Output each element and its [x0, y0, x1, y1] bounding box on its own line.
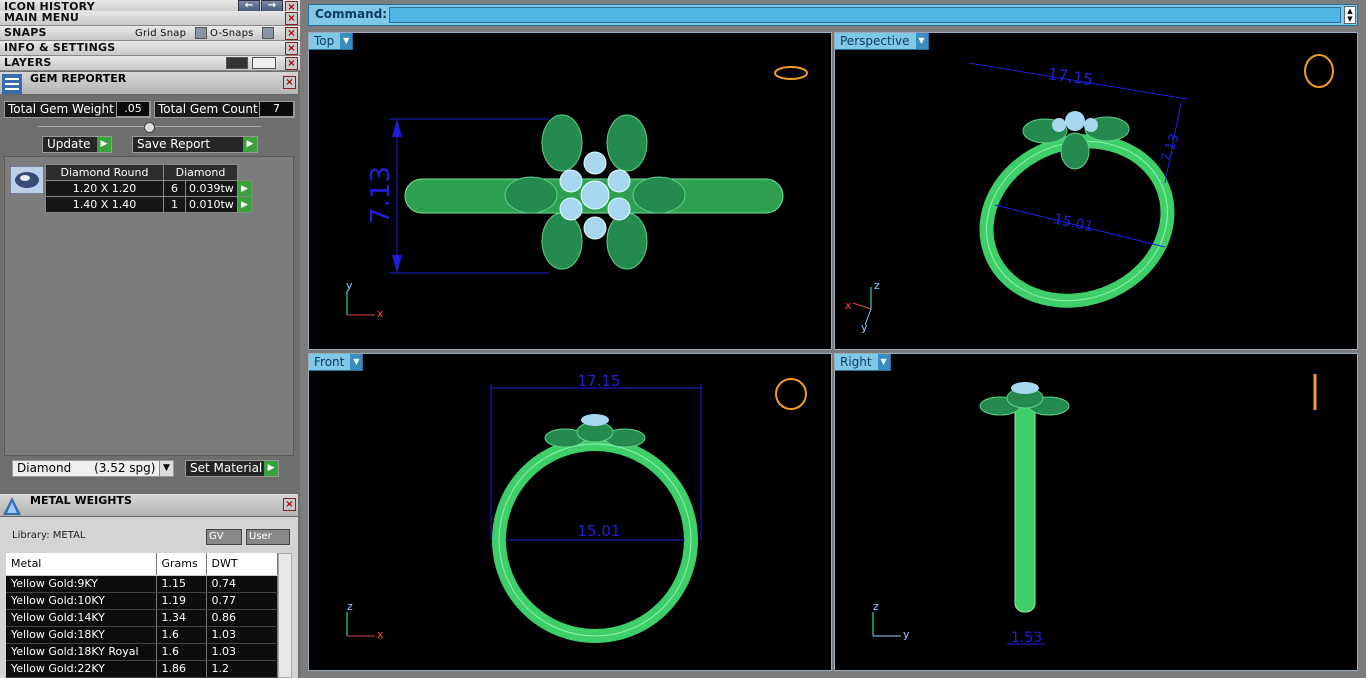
metal-weights-title-bar: METAL WEIGHTS ×: [0, 494, 298, 517]
axis-z-label: z: [874, 279, 880, 292]
chevron-down-icon: ▼: [159, 461, 173, 476]
play-icon[interactable]: ▶: [237, 196, 252, 213]
persp-depth-dim: 7.13: [1159, 132, 1183, 164]
library-label: Library: METAL: [12, 530, 86, 541]
front-inner-dim: 15.01: [578, 522, 621, 540]
gem-row[interactable]: 1.20 X 1.20 6 0.039tw ▶: [45, 180, 252, 197]
viewport-right-tab[interactable]: Right ▼: [835, 354, 891, 371]
grid-snap-label: Grid Snap: [135, 28, 187, 39]
chevron-down-icon: ▼: [915, 33, 928, 49]
viewport-top-tab[interactable]: Top ▼: [309, 33, 354, 50]
gem-reporter-icon: [2, 74, 22, 94]
viewport-front[interactable]: 17.15 15.01 z x Front ▼: [308, 353, 832, 671]
gem-reporter-panel: GEM REPORTER × Total Gem Weight .05 Tota…: [0, 72, 298, 492]
close-icon[interactable]: ×: [285, 12, 298, 25]
play-icon: ▶: [97, 137, 111, 152]
grid-snap-toggle[interactable]: [195, 27, 207, 39]
top-height-dim: 7.13: [366, 166, 396, 224]
o-snaps-toggle[interactable]: [262, 27, 274, 39]
axis-y-label: y: [903, 628, 910, 641]
viewport-top[interactable]: 7.13 y x Top ▼: [308, 32, 832, 350]
close-icon[interactable]: ×: [285, 57, 298, 70]
axis-y-label: y: [861, 321, 868, 334]
axis-z-label: z: [873, 600, 879, 613]
axis-x-label: x: [377, 307, 384, 320]
gem-reporter-title-bar: GEM REPORTER ×: [0, 72, 298, 95]
metal-table: Metal Grams DWT Yellow Gold:9KY 1.15 0.74 Ye…: [6, 553, 278, 678]
axis-x-label: x: [377, 628, 384, 641]
o-snaps-label: O-Snaps: [210, 28, 254, 39]
close-icon[interactable]: ×: [285, 27, 298, 40]
info-settings-header[interactable]: INFO & SETTINGS ×: [0, 41, 300, 56]
persp-inner-dim: 15.01: [1052, 211, 1095, 235]
eye-icon[interactable]: [252, 57, 276, 69]
layers-header[interactable]: LAYERS ×: [0, 56, 300, 71]
left-panel: ICON HISTORY ← → × MAIN MENU × SNAPS Grid…: [0, 0, 300, 678]
total-gem-weight-label: Total Gem Weight: [8, 102, 114, 116]
metal-row[interactable]: Yellow Gold:14KY 1.34 0.86: [6, 609, 278, 627]
gem-reporter-title: GEM REPORTER: [30, 72, 127, 85]
ring-perspective-icon: [1304, 54, 1334, 88]
gem-table: Diamond Round Diamond 1.20 X 1.20 6 0.039tw…: [45, 164, 252, 213]
metal-row[interactable]: Yellow Gold:18KY Royal 1.6 1.03: [6, 643, 278, 661]
viewport-perspective[interactable]: 17.15 15.01 7.13 z x y Perspective ▼: [834, 32, 1358, 350]
right-width-dim: 1.53: [1011, 630, 1042, 646]
viewport-front-tab[interactable]: Front ▼: [309, 354, 364, 371]
save-report-button[interactable]: Save Report ▶: [132, 136, 258, 153]
metal-weights-icon: [3, 497, 21, 515]
main-menu-header[interactable]: MAIN MENU ×: [0, 11, 300, 26]
set-material-button[interactable]: Set Material ▶: [185, 460, 279, 477]
close-icon[interactable]: ×: [285, 42, 298, 55]
layer-visibility-icon[interactable]: [226, 57, 248, 69]
axis-z-label: z: [347, 600, 353, 613]
viewport-right[interactable]: 1.53 z y Right ▼: [834, 353, 1358, 671]
viewport-perspective-tab[interactable]: Perspective ▼: [835, 33, 929, 50]
command-input[interactable]: [389, 7, 1341, 23]
user-toggle[interactable]: User: [246, 529, 290, 545]
metal-weights-title: METAL WEIGHTS: [30, 494, 132, 507]
chevron-down-icon: ▼: [340, 33, 353, 49]
gem-row[interactable]: 1.40 X 1.40 1 0.010tw ▶: [45, 196, 252, 213]
axis-x-label: x: [845, 299, 852, 312]
front-width-dim: 17.15: [578, 372, 621, 390]
collapse-icon[interactable]: [144, 122, 155, 133]
total-gem-weight-value: .05: [116, 101, 150, 117]
snaps-header[interactable]: SNAPS Grid Snap O-Snaps ×: [0, 26, 300, 41]
ring-top-icon: [774, 66, 808, 80]
total-gem-count-label: Total Gem Count: [158, 102, 258, 116]
command-bar: Command: ▲ ▼: [308, 4, 1358, 26]
close-icon[interactable]: ×: [283, 76, 296, 89]
play-icon: ▶: [243, 137, 257, 152]
close-icon[interactable]: ×: [283, 498, 296, 511]
chevron-down-icon: ▼: [350, 354, 363, 370]
total-gem-count-value: 7: [259, 101, 294, 117]
command-label: Command:: [315, 7, 388, 21]
play-icon[interactable]: ▶: [237, 180, 252, 197]
metal-row[interactable]: Yellow Gold:18KY 1.6 1.03: [6, 626, 278, 644]
metal-row[interactable]: Yellow Gold:22KY 1.86 1.2: [6, 660, 278, 678]
update-button[interactable]: Update ▶: [42, 136, 112, 153]
metal-row[interactable]: Yellow Gold:9KY 1.15 0.74: [6, 575, 278, 593]
ring-front-icon: [775, 378, 807, 410]
diamond-round-icon: [10, 166, 44, 194]
metal-row[interactable]: Yellow Gold:10KY 1.19 0.77: [6, 592, 278, 610]
gv-toggle[interactable]: GV: [206, 529, 242, 545]
material-select[interactable]: Diamond (3.52 spg) ▼: [12, 460, 174, 477]
axis-y-label: y: [346, 279, 353, 292]
metal-scrollbar[interactable]: [278, 553, 292, 678]
chevron-down-icon: ▼: [877, 354, 890, 370]
persp-width-dim: 17.15: [1046, 64, 1094, 89]
command-scroll-icon[interactable]: ▲ ▼: [1344, 6, 1356, 24]
play-icon: ▶: [264, 461, 278, 476]
